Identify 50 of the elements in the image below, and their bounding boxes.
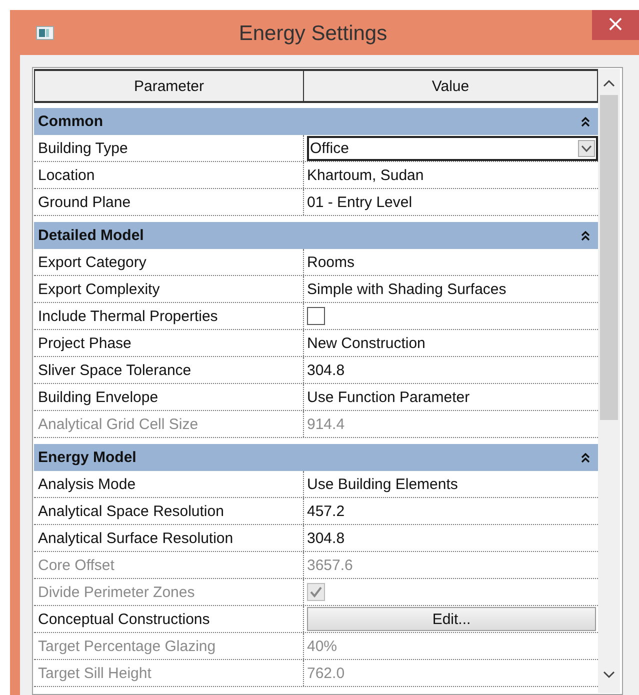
value-text: New Construction xyxy=(307,334,426,352)
group-header[interactable]: Detailed Model xyxy=(34,222,598,249)
collapse-icon[interactable] xyxy=(581,452,590,462)
parameter-name: Conceptual Constructions xyxy=(34,606,304,632)
parameter-name: Core Offset xyxy=(34,552,304,578)
value-text: 304.8 xyxy=(307,530,345,546)
parameter-name: Analytical Grid Cell Size xyxy=(34,411,304,437)
value-text: Use Function Parameter xyxy=(307,388,470,406)
column-header: Parameter xyxy=(35,71,304,101)
parameter-name: Export Complexity xyxy=(34,276,304,302)
parameter-name: Divide Perimeter Zones xyxy=(34,579,304,605)
value-text: Use Building Elements xyxy=(307,476,458,492)
value-text: 914.4 xyxy=(307,416,345,432)
parameter-name: Analytical Surface Resolution xyxy=(34,525,304,551)
scroll-down-icon[interactable] xyxy=(603,671,615,679)
value-text: 40% xyxy=(307,638,338,654)
scrollbar-thumb[interactable] xyxy=(600,95,618,420)
dropdown-field[interactable]: Office xyxy=(307,136,598,160)
value-text: 3657.6 xyxy=(307,556,353,574)
window-title: Energy Settings xyxy=(238,22,388,46)
parameter-name: Sliver Space Tolerance xyxy=(34,357,304,383)
value-text: 457.2 xyxy=(307,502,345,520)
value-text: 01 - Entry Level xyxy=(307,194,412,210)
value-text: 304.8 xyxy=(307,362,345,378)
group-header[interactable]: Energy Model xyxy=(34,444,598,471)
parameter-name: Location xyxy=(34,162,304,188)
group-header[interactable]: Common xyxy=(34,108,598,135)
parameter-name: Target Percentage Glazing xyxy=(34,633,304,659)
value-text: Simple with Shading Surfaces xyxy=(307,280,506,298)
checkbox[interactable] xyxy=(307,307,325,325)
parameter-name: Target Sill Height xyxy=(34,660,304,686)
parameter-name: Include Thermal Properties xyxy=(34,303,304,329)
parameter-name: Export Category xyxy=(34,249,304,275)
value-text: 762.0 xyxy=(307,664,345,682)
scroll-up-icon[interactable] xyxy=(603,79,615,87)
edit-button[interactable]: Edit... xyxy=(307,607,596,631)
parameter-name: Analytical Space Resolution xyxy=(34,498,304,524)
scrollbar[interactable] xyxy=(598,69,620,693)
column-header: Value xyxy=(430,76,470,96)
parameter-name: Building Type xyxy=(34,135,304,161)
window-icon xyxy=(36,26,54,40)
value-text: Rooms xyxy=(307,254,355,270)
value-text: Khartoum, Sudan xyxy=(307,166,424,184)
parameter-name: Project Phase xyxy=(34,330,304,356)
parameter-name: Ground Plane xyxy=(34,189,304,215)
parameter-name: Analysis Mode xyxy=(34,471,304,497)
collapse-icon[interactable] xyxy=(581,230,590,240)
collapse-icon[interactable] xyxy=(581,116,590,126)
parameter-name: Building Envelope xyxy=(34,384,304,410)
close-button[interactable]: × xyxy=(592,10,639,40)
